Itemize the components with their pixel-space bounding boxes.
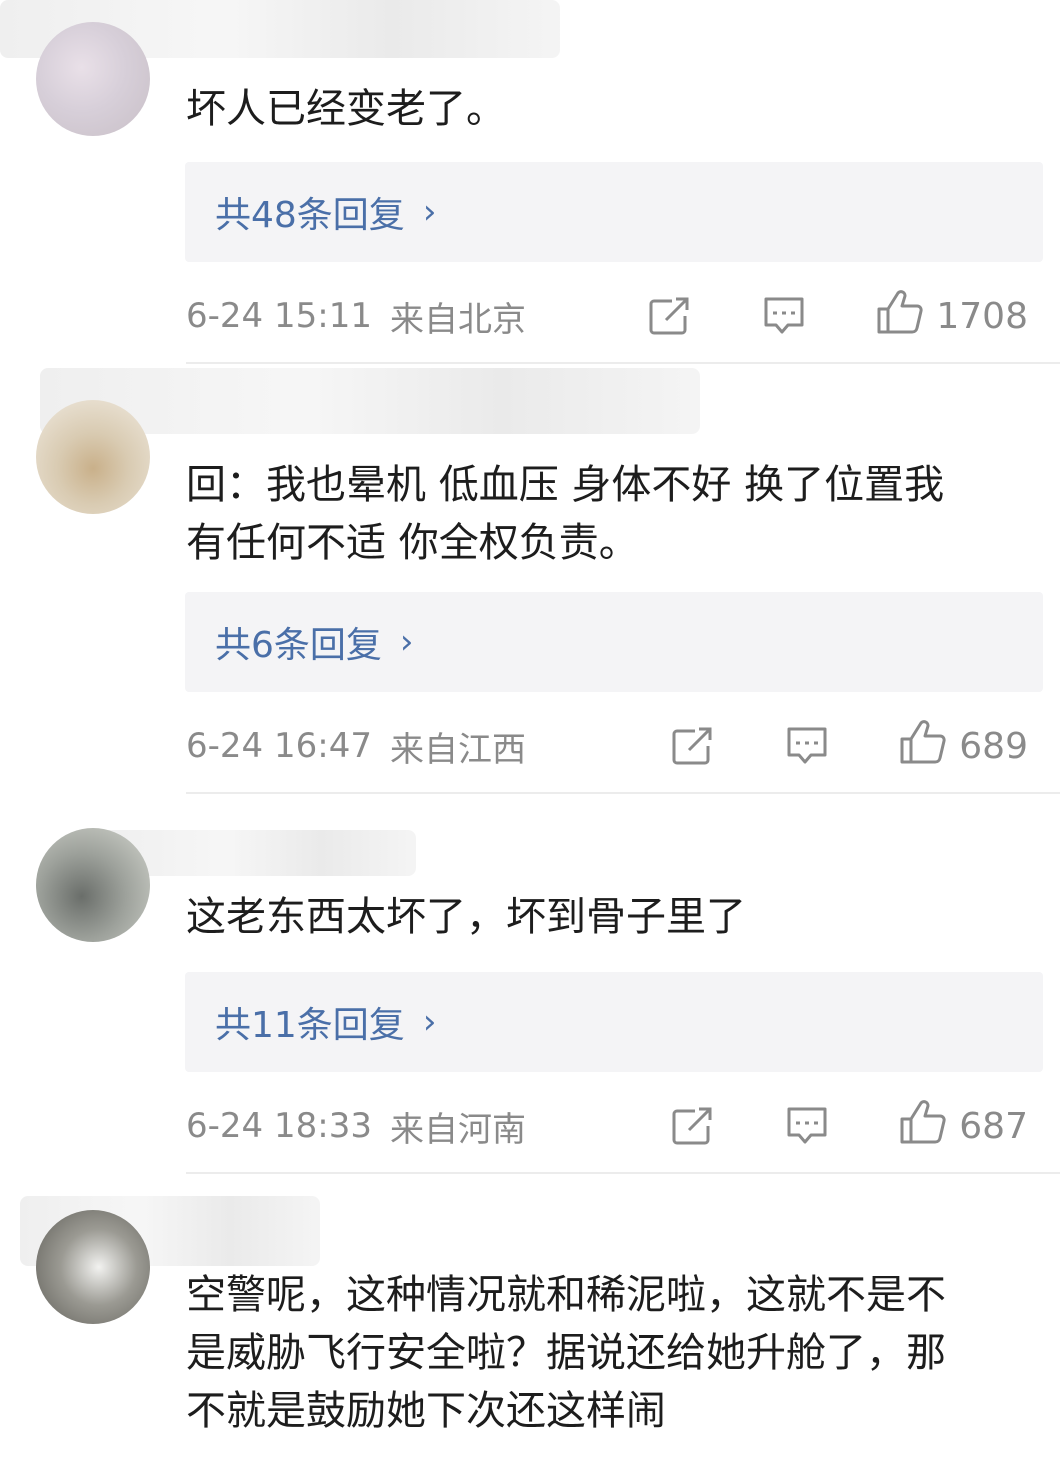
avatar[interactable] bbox=[36, 400, 150, 514]
comment-icon[interactable] bbox=[785, 1105, 829, 1147]
replies-label: 共11条回复 bbox=[215, 1005, 405, 1046]
replies-link[interactable]: 共6条回复 › bbox=[185, 592, 1043, 692]
avatar[interactable] bbox=[36, 828, 150, 942]
like-count: 687 bbox=[959, 1105, 1028, 1147]
comment-actions: 687 bbox=[671, 1096, 1028, 1156]
divider bbox=[186, 362, 1060, 364]
avatar[interactable] bbox=[36, 1210, 150, 1324]
avatar[interactable] bbox=[36, 22, 150, 136]
replies-label: 共6条回复 bbox=[215, 625, 382, 666]
timestamp: 6-24 16:47 bbox=[186, 726, 372, 766]
share-icon[interactable] bbox=[671, 1106, 715, 1146]
timestamp: 6-24 15:11 bbox=[186, 296, 372, 336]
comment-meta: 6-24 16:47 来自江西 689 bbox=[186, 716, 1046, 776]
divider bbox=[186, 1172, 1060, 1174]
like-count: 1708 bbox=[936, 295, 1028, 337]
chevron-right-icon: › bbox=[422, 192, 437, 232]
comment-actions: 689 bbox=[671, 716, 1028, 776]
comment-text: 这老东西太坏了，坏到骨子里了 bbox=[186, 894, 746, 940]
location: 来自河南 bbox=[389, 1109, 526, 1150]
replies-label: 共48条回复 bbox=[215, 195, 405, 236]
chevron-right-icon: › bbox=[399, 622, 414, 662]
thumbs-up-icon bbox=[899, 1099, 947, 1154]
comment-text: 空警呢，这种情况就和稀泥啦，这就不是不 是威胁飞行安全啦？据说还给她升舱了，那 … bbox=[186, 1272, 946, 1434]
comment-meta: 6-24 15:11 来自北京 1708 bbox=[186, 286, 1046, 346]
like-count: 689 bbox=[959, 725, 1028, 767]
chevron-right-icon: › bbox=[422, 1002, 437, 1042]
comment-actions: 1708 bbox=[648, 286, 1028, 346]
thumbs-up-icon bbox=[876, 289, 924, 344]
share-icon[interactable] bbox=[671, 726, 715, 766]
like-button[interactable]: 687 bbox=[899, 1099, 1028, 1154]
share-icon[interactable] bbox=[648, 296, 692, 336]
like-button[interactable]: 1708 bbox=[876, 289, 1028, 344]
replies-link[interactable]: 共48条回复 › bbox=[185, 162, 1043, 262]
thumbs-up-icon bbox=[899, 719, 947, 774]
comment-text: 回：我也晕机 低血压 身体不好 换了位置我 有任何不适 你全权负责。 bbox=[186, 462, 945, 566]
location: 来自江西 bbox=[389, 729, 526, 770]
timestamp: 6-24 18:33 bbox=[186, 1106, 372, 1146]
comment-feed: 坏人已经变老了。 共48条回复 › 6-24 15:11 来自北京 1708 回… bbox=[0, 0, 1060, 1460]
divider bbox=[186, 792, 1060, 794]
comment-text: 坏人已经变老了。 bbox=[186, 86, 506, 132]
like-button[interactable]: 689 bbox=[899, 719, 1028, 774]
comment-icon[interactable] bbox=[762, 295, 806, 337]
comment-meta: 6-24 18:33 来自河南 687 bbox=[186, 1096, 1046, 1156]
comment-icon[interactable] bbox=[785, 725, 829, 767]
location: 来自北京 bbox=[389, 299, 526, 340]
replies-link[interactable]: 共11条回复 › bbox=[185, 972, 1043, 1072]
